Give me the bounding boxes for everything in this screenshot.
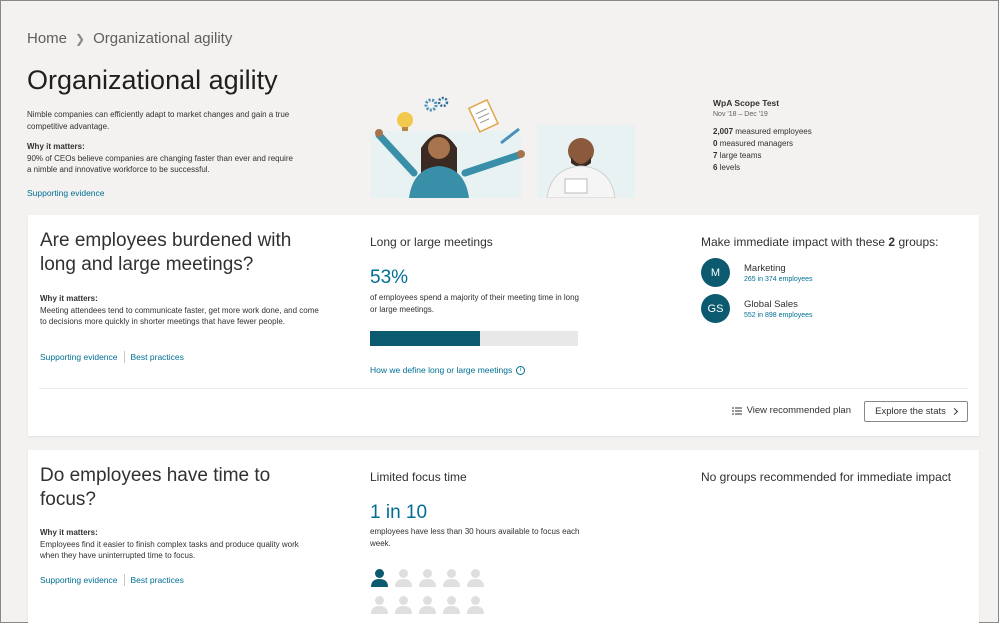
- people-pictogram: [370, 568, 485, 614]
- scope-stat: 6 levels: [713, 163, 741, 172]
- metric-value: 53%: [370, 267, 409, 288]
- hero-illustration: [369, 93, 637, 199]
- view-plan-button[interactable]: View recommended plan: [731, 405, 851, 416]
- breadcrumb: Home ❯ Organizational agility: [27, 30, 232, 47]
- insight-card-focus: Do employees have time to focus? Why it …: [28, 450, 979, 623]
- card-links: Supporting evidence Best practices: [40, 574, 184, 586]
- card-question: Are employees burdened with long and lar…: [40, 230, 292, 275]
- progress-bar-fill: [370, 331, 481, 346]
- gear-icon: [424, 96, 449, 112]
- page-intro: Nimble companies can efficiently adapt t…: [27, 109, 297, 199]
- group-item-marketing[interactable]: M Marketing 265 in 374 employees: [701, 258, 813, 287]
- groups-title: No groups recommended for immediate impa…: [701, 470, 952, 484]
- why-text: 90% of CEOs believe companies are changi…: [27, 153, 293, 175]
- breadcrumb-current: Organizational agility: [93, 30, 233, 47]
- person-icon: [395, 569, 412, 587]
- group-name: Global Sales: [744, 298, 798, 310]
- why-text: Employees find it easier to finish compl…: [40, 539, 299, 561]
- page-title: Organizational agility: [27, 65, 278, 95]
- metric-label: Limited focus time: [370, 470, 467, 484]
- person-icon: [467, 596, 484, 614]
- supporting-evidence-link[interactable]: Supporting evidence: [27, 188, 297, 200]
- breadcrumb-home[interactable]: Home: [27, 30, 67, 47]
- best-practices-link[interactable]: Best practices: [131, 575, 184, 585]
- metric-value: 1 in 10: [370, 502, 428, 523]
- avatar: GS: [701, 294, 730, 323]
- explore-stats-button[interactable]: Explore the stats: [864, 401, 968, 422]
- person-icon: [371, 596, 388, 614]
- progress-bar: [370, 331, 578, 346]
- person-icon: [443, 596, 460, 614]
- info-icon[interactable]: i: [516, 365, 526, 375]
- supporting-evidence-link[interactable]: Supporting evidence: [40, 575, 118, 585]
- scope-title: WpA Scope Test: [713, 98, 780, 108]
- define-link-label[interactable]: How we define long or large meetings: [370, 365, 512, 375]
- group-item-global-sales[interactable]: GS Global Sales 552 in 898 employees: [701, 294, 813, 323]
- scope-summary: WpA Scope Test Nov '18 – Dec '19 2,007 m…: [713, 97, 812, 174]
- scope-dates: Nov '18 – Dec '19: [713, 111, 768, 118]
- define-meetings-link[interactable]: How we define long or large meetings i: [370, 365, 526, 375]
- list-icon: [731, 407, 742, 414]
- chevron-right-icon: [950, 407, 958, 416]
- person-icon: [371, 569, 388, 587]
- intro-text: Nimble companies can efficiently adapt t…: [27, 110, 290, 131]
- best-practices-link[interactable]: Best practices: [131, 352, 184, 362]
- group-count[interactable]: 265 in 374 employees: [744, 276, 813, 283]
- person-icon: [467, 569, 484, 587]
- avatar: M: [701, 258, 730, 287]
- scope-stat: 0 measured managers: [713, 139, 794, 148]
- divider: [123, 351, 125, 363]
- person-icon: [419, 569, 436, 587]
- clipboard-icon: [467, 98, 499, 133]
- card-why: Why it matters: Meeting attendees tend t…: [40, 293, 320, 328]
- supporting-evidence-link[interactable]: Supporting evidence: [40, 352, 118, 362]
- metric-description: of employees spend a majority of their m…: [370, 293, 579, 314]
- lightbulb-icon: [397, 112, 413, 131]
- person-icon: [419, 596, 436, 614]
- card-question: Do employees have time to focus?: [40, 465, 271, 510]
- divider: [123, 574, 125, 586]
- person-icon: [395, 596, 412, 614]
- why-heading: Why it matters:: [40, 294, 98, 303]
- chevron-right-icon: ❯: [75, 31, 86, 46]
- person-icon: [443, 569, 460, 587]
- why-text: Meeting attendees tend to communicate fa…: [40, 305, 319, 327]
- card-why: Why it matters: Employees find it easier…: [40, 527, 320, 562]
- scope-stat: 2,007 measured employees: [713, 127, 812, 136]
- card-footer-divider: [39, 388, 968, 389]
- insight-card-meetings: Are employees burdened with long and lar…: [28, 215, 979, 436]
- card-links: Supporting evidence Best practices: [40, 351, 184, 363]
- group-count[interactable]: 552 in 898 employees: [744, 312, 813, 319]
- view-plan-label: View recommended plan: [746, 405, 851, 416]
- metric-description: employees have less than 30 hours availa…: [370, 527, 580, 548]
- group-name: Marketing: [744, 262, 786, 274]
- scope-stat: 7 large teams: [713, 151, 762, 160]
- why-heading: Why it matters:: [27, 142, 85, 151]
- metric-label: Long or large meetings: [370, 235, 493, 249]
- why-heading: Why it matters:: [40, 528, 98, 537]
- groups-title: Make immediate impact with these 2 group…: [701, 235, 939, 249]
